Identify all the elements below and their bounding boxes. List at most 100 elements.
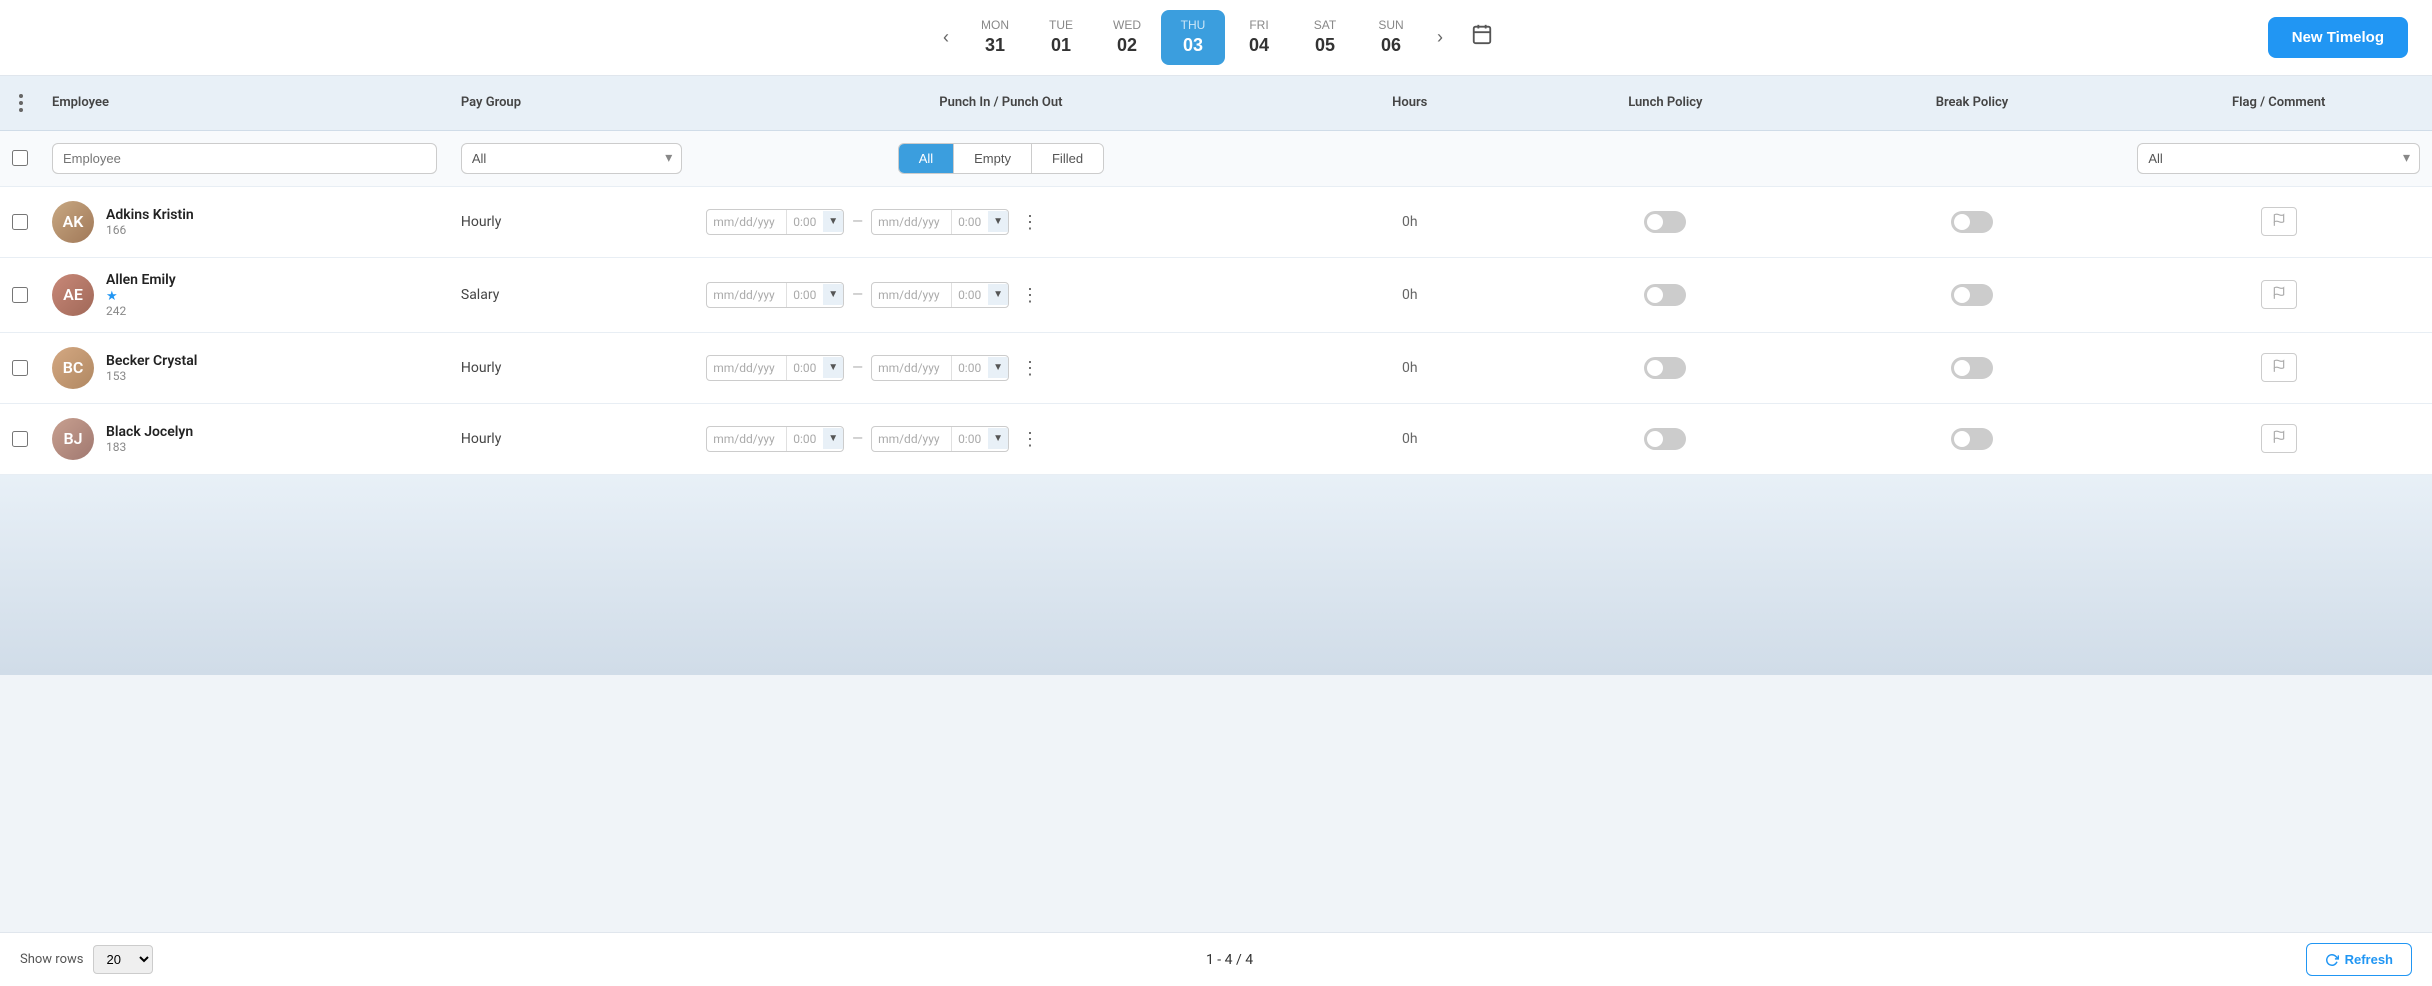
new-timelog-button[interactable]: New Timelog bbox=[2268, 17, 2408, 58]
employee-cell: AK Adkins Kristin 166 bbox=[40, 193, 449, 251]
col-flag: Flag / Comment bbox=[2125, 91, 2432, 114]
day-btn-sat[interactable]: SAT05 bbox=[1293, 10, 1357, 65]
hours-value: 0h bbox=[1402, 287, 1418, 303]
row-more-button[interactable]: ⋮ bbox=[1015, 355, 1045, 381]
menu-dots-button[interactable] bbox=[11, 90, 31, 116]
punch-out-time: 0:00 bbox=[952, 356, 988, 380]
avatar: AE bbox=[52, 274, 94, 316]
punch-out-input[interactable]: mm/dd/yyy 0:00 ▼ bbox=[871, 355, 1009, 381]
punch-in-date: mm/dd/yyy bbox=[707, 210, 787, 234]
punch-cell: mm/dd/yyy 0:00 ▼ — mm/dd/yyy 0:00 ▼ ⋮ bbox=[694, 201, 1307, 243]
break-toggle[interactable] bbox=[1951, 428, 1993, 450]
day-btn-fri[interactable]: FRI04 bbox=[1227, 10, 1291, 65]
employee-name: Becker Crystal bbox=[106, 353, 197, 369]
punch-out-expand-icon[interactable]: ▼ bbox=[988, 428, 1008, 449]
punch-in-input[interactable]: mm/dd/yyy 0:00 ▼ bbox=[706, 426, 844, 452]
employee-details: Becker Crystal 153 bbox=[106, 353, 197, 383]
day-nav: ‹ MON31TUE01WED02THU03FRI04SAT05SUN06 › bbox=[933, 10, 1499, 65]
punch-out-input[interactable]: mm/dd/yyy 0:00 ▼ bbox=[871, 209, 1009, 235]
row-checkbox[interactable] bbox=[12, 431, 28, 447]
hours-cell: 0h bbox=[1308, 279, 1512, 311]
paygroup-filter-select[interactable]: All Hourly Salary bbox=[461, 143, 682, 174]
rows-per-page-select[interactable]: 20 50 100 bbox=[93, 945, 153, 974]
punch-in-expand-icon[interactable]: ▼ bbox=[823, 357, 843, 378]
punch-out-input[interactable]: mm/dd/yyy 0:00 ▼ bbox=[871, 282, 1009, 308]
punch-in-input[interactable]: mm/dd/yyy 0:00 ▼ bbox=[706, 355, 844, 381]
employee-name: Adkins Kristin bbox=[106, 207, 194, 223]
empty-area bbox=[0, 475, 2432, 675]
day-btn-tue[interactable]: TUE01 bbox=[1029, 10, 1093, 65]
day-btn-wed[interactable]: WED02 bbox=[1095, 10, 1159, 65]
punch-in-input[interactable]: mm/dd/yyy 0:00 ▼ bbox=[706, 209, 844, 235]
break-policy-cell bbox=[1819, 276, 2126, 314]
break-toggle[interactable] bbox=[1951, 284, 1993, 306]
flag-button[interactable] bbox=[2261, 280, 2297, 309]
punch-in-expand-icon[interactable]: ▼ bbox=[823, 428, 843, 449]
lunch-policy-cell bbox=[1512, 420, 1819, 458]
punch-in-expand-icon[interactable]: ▼ bbox=[823, 284, 843, 305]
lunch-toggle[interactable] bbox=[1644, 211, 1686, 233]
lunch-toggle-slider bbox=[1644, 428, 1686, 450]
punch-out-expand-icon[interactable]: ▼ bbox=[988, 211, 1008, 232]
punch-in-time: 0:00 bbox=[787, 356, 823, 380]
flag-filter-select[interactable]: All bbox=[2137, 143, 2420, 174]
lunch-policy-cell bbox=[1512, 349, 1819, 387]
punch-out-expand-icon[interactable]: ▼ bbox=[988, 357, 1008, 378]
punch-in-date: mm/dd/yyy bbox=[707, 283, 787, 307]
flag-cell bbox=[2125, 416, 2432, 461]
punch-out-date: mm/dd/yyy bbox=[872, 427, 952, 451]
refresh-button[interactable]: Refresh bbox=[2306, 943, 2412, 976]
toggle-empty-button[interactable]: Empty bbox=[953, 144, 1031, 173]
punch-out-expand-icon[interactable]: ▼ bbox=[988, 284, 1008, 305]
toggle-all-button[interactable]: All bbox=[899, 144, 953, 173]
toggle-filled-button[interactable]: Filled bbox=[1031, 144, 1103, 173]
col-hours: Hours bbox=[1308, 91, 1512, 114]
show-rows-label: Show rows bbox=[20, 952, 83, 967]
flag-button[interactable] bbox=[2261, 424, 2297, 453]
flag-button[interactable] bbox=[2261, 353, 2297, 382]
punch-out-time: 0:00 bbox=[952, 427, 988, 451]
top-bar: ‹ MON31TUE01WED02THU03FRI04SAT05SUN06 › … bbox=[0, 0, 2432, 76]
break-policy-cell bbox=[1819, 203, 2126, 241]
row-checkbox[interactable] bbox=[12, 287, 28, 303]
col-punch: Punch In / Punch Out bbox=[694, 91, 1307, 114]
flag-cell bbox=[2125, 199, 2432, 244]
lunch-toggle[interactable] bbox=[1644, 357, 1686, 379]
day-btn-sun[interactable]: SUN06 bbox=[1359, 10, 1423, 65]
avatar: BJ bbox=[52, 418, 94, 460]
row-more-button[interactable]: ⋮ bbox=[1015, 209, 1045, 235]
row-checkbox[interactable] bbox=[12, 214, 28, 230]
punch-in-input[interactable]: mm/dd/yyy 0:00 ▼ bbox=[706, 282, 844, 308]
punch-separator: — bbox=[850, 214, 865, 230]
lunch-toggle[interactable] bbox=[1644, 284, 1686, 306]
row-more-button[interactable]: ⋮ bbox=[1015, 282, 1045, 308]
break-toggle[interactable] bbox=[1951, 357, 1993, 379]
employee-cell: AE Allen Emily ★ 242 bbox=[40, 264, 449, 326]
calendar-button[interactable] bbox=[1465, 17, 1499, 57]
employee-filter-input[interactable] bbox=[52, 143, 437, 174]
hours-cell: 0h bbox=[1308, 206, 1512, 238]
employee-details: Adkins Kristin 166 bbox=[106, 207, 194, 237]
punch-out-date: mm/dd/yyy bbox=[872, 356, 952, 380]
day-btn-mon[interactable]: MON31 bbox=[963, 10, 1027, 65]
employee-cell: BJ Black Jocelyn 183 bbox=[40, 410, 449, 468]
lunch-toggle[interactable] bbox=[1644, 428, 1686, 450]
punch-in-expand-icon[interactable]: ▼ bbox=[823, 211, 843, 232]
lunch-policy-cell bbox=[1512, 203, 1819, 241]
table-row: BJ Black Jocelyn 183 Hourly mm/dd/yyy 0:… bbox=[0, 404, 2432, 475]
row-checkbox-cell bbox=[0, 423, 40, 455]
row-checkbox-cell bbox=[0, 279, 40, 311]
table-row: AK Adkins Kristin 166 Hourly mm/dd/yyy 0… bbox=[0, 187, 2432, 258]
day-btn-thu[interactable]: THU03 bbox=[1161, 10, 1225, 65]
employee-details: Allen Emily ★ 242 bbox=[106, 272, 176, 318]
col-employee: Employee bbox=[40, 91, 449, 114]
row-checkbox[interactable] bbox=[12, 360, 28, 376]
prev-day-button[interactable]: ‹ bbox=[933, 21, 959, 54]
punch-out-input[interactable]: mm/dd/yyy 0:00 ▼ bbox=[871, 426, 1009, 452]
flag-button[interactable] bbox=[2261, 207, 2297, 236]
row-more-button[interactable]: ⋮ bbox=[1015, 426, 1045, 452]
punch-in-time: 0:00 bbox=[787, 427, 823, 451]
break-toggle[interactable] bbox=[1951, 211, 1993, 233]
next-day-button[interactable]: › bbox=[1427, 21, 1453, 54]
select-all-checkbox[interactable] bbox=[12, 150, 28, 166]
